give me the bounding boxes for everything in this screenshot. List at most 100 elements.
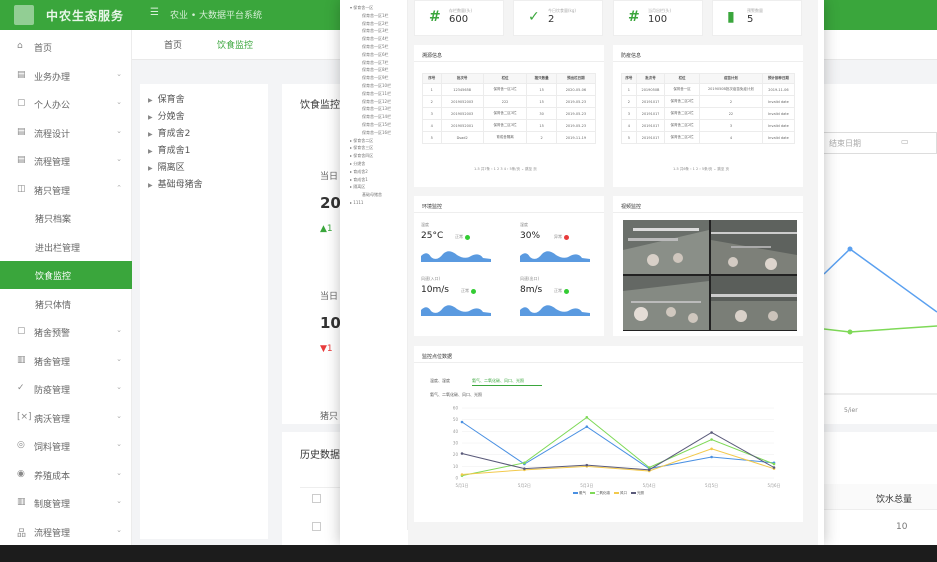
sidebar-item[interactable]: ◉ 养殖成本 ⌄ xyxy=(0,461,132,489)
sidebar-item-label: 猪舍管理 xyxy=(34,357,71,368)
vaccine-pagination[interactable]: 1-5 共6条 ‹ 1 2 › 5条/页 ⌄ 跳至 页 xyxy=(673,167,729,172)
sidebar-item[interactable]: ◎ 饲料管理 ⌄ xyxy=(0,432,132,460)
table-row[interactable]: 1 12345658 保育舍一区1栏 15 2020-05-06 xyxy=(422,83,597,96)
expand-caret-icon[interactable]: ▶ xyxy=(148,114,153,121)
modal-tree-node[interactable]: 保育舍一区8栏 xyxy=(362,67,389,72)
table-cell: 15 xyxy=(526,83,557,96)
sidebar-item[interactable]: ▥ 制度管理 ⌄ xyxy=(0,489,132,517)
modal-tree-node[interactable]: 保育舍一区6栏 xyxy=(362,52,389,57)
video-grid[interactable] xyxy=(623,220,797,331)
column-header: 栏位 xyxy=(664,73,700,84)
modal-tree-node[interactable]: 保育舍一区3栏 xyxy=(362,28,389,33)
sidebar-item[interactable]: 品流程管理 ⌄ xyxy=(0,518,132,546)
table-row[interactable]: 2 2019052003 222 15 2019-05-23 xyxy=(422,95,597,108)
y-tick-label: 60 xyxy=(453,406,459,411)
expand-caret-icon[interactable]: ▶ xyxy=(148,131,153,138)
sidebar-item[interactable]: ▢ 个人办公 ⌄ xyxy=(0,90,132,118)
row-checkbox[interactable] xyxy=(312,522,321,531)
tree-node-label: 保育舍 xyxy=(157,95,185,105)
modal-tree-node[interactable]: ▸ 育成舍1 xyxy=(350,177,368,182)
table-cell: 保育舍二区3栏 xyxy=(482,107,528,120)
modal-tree-node[interactable]: 保育舍一区9栏 xyxy=(362,75,389,80)
sidebar-item[interactable]: 进出栏管理 xyxy=(0,233,132,261)
chevron-icon: ⌄ xyxy=(116,440,122,448)
sidebar-item[interactable]: ◫ 猪只管理 ⌃ xyxy=(0,176,132,204)
table-row[interactable]: 5 Dsad2 育成舍隔离 2 2019-11-19 xyxy=(422,131,597,144)
modal-tree-node[interactable]: 保育舍一区15栏 xyxy=(362,122,391,127)
sidebar-item-label: 业务办理 xyxy=(34,72,71,83)
legend-swatch xyxy=(614,492,619,494)
tree-node[interactable]: ▶ 育成舍1 xyxy=(148,143,190,156)
table-row[interactable]: 4 2019101? 保育舍二区2栏 3 Invalid date xyxy=(621,119,796,132)
sensor-value: 30% xyxy=(520,231,541,241)
modal-tree-node[interactable]: 保育舍一区4栏 xyxy=(362,36,389,41)
stat-icon: ▮ xyxy=(727,9,735,25)
sidebar-item[interactable]: ✓ 防疫管理 ⌄ xyxy=(0,375,132,403)
sidebar-item[interactable]: ▤ 流程管理 ⌄ xyxy=(0,147,132,175)
modal-tree-node[interactable]: 保育舍一区14栏 xyxy=(362,114,391,119)
modal-tree-node[interactable]: 保育舍一区11栏 xyxy=(362,91,391,96)
sidebar-item[interactable]: 饮食监控 xyxy=(0,261,132,289)
modal-tree-node[interactable]: ▸ 分娩舍 xyxy=(350,161,365,166)
video-feed-3[interactable] xyxy=(623,276,709,330)
sidebar-item[interactable]: ⌂ 首页 xyxy=(0,33,132,61)
sidebar-item[interactable]: ▤ 流程设计 ⌄ xyxy=(0,119,132,147)
history-table-panel: 饮水总量 10 xyxy=(824,432,937,545)
modal-tree-node[interactable]: ▸ 育成舍2 xyxy=(350,169,368,174)
sidebar-item[interactable]: ▥ 猪舍管理 ⌄ xyxy=(0,347,132,375)
sidebar: ⌂ 首页 ▤ 业务办理 ⌄ ▢ 个人办公 ⌄ ▤ 流程设计 ⌄ ▤ 流程管理 ⌄ ◫ 猪只管理 ⌃ 猪只档案 进出栏… xyxy=(0,30,132,545)
tree-node[interactable]: ▶ 隔离区 xyxy=(148,160,185,173)
modal-tree-node[interactable]: ▸ 隔离区 xyxy=(350,184,365,189)
tree-node-label: 育成舍2 xyxy=(157,129,191,139)
table-row[interactable]: 4 2019052001 保育舍二区3栏 15 2019-05-23 xyxy=(422,119,597,132)
sidebar-item[interactable]: 猪只档案 xyxy=(0,204,132,232)
modal-tree-node[interactable]: 保育舍一区16栏 xyxy=(362,130,391,135)
sparkline-area xyxy=(520,251,590,262)
row-checkbox[interactable] xyxy=(312,494,321,503)
modal-barn-tree: ▾ 保育舍一区保育舍一区1栏 保育舍一区2栏 保育舍一区3栏 保育舍一区4栏 保育舍一区… xyxy=(344,0,408,530)
trace-pagination[interactable]: 1-5 共7条 ‹ 1 2 3 4 › 5条/页 ⌄ 跳至 页 xyxy=(474,167,537,172)
tab-home[interactable]: 首页 xyxy=(164,38,182,51)
expand-caret-icon[interactable]: ▶ xyxy=(148,97,153,104)
modal-tree-node[interactable]: 保育舍一区2栏 xyxy=(362,21,389,26)
tree-node[interactable]: ▶ 育成舍2 xyxy=(148,126,190,139)
tree-node[interactable]: ▶ 分娩舍 xyxy=(148,109,185,122)
calendar-icon[interactable]: ▭ xyxy=(901,137,909,146)
table-row[interactable]: 5 2019101? 保育舍二区2栏 4 Invalid date xyxy=(621,131,796,144)
expand-caret-icon[interactable]: ▶ xyxy=(148,148,153,155)
modal-tree-node[interactable]: ▸ 保育舍四区 xyxy=(350,153,373,158)
table-row[interactable]: 1 2019050B 保育舍一区 2019050B批次疫苗免疫计划 2019-11-06 xyxy=(621,83,796,96)
modal-tree-node[interactable]: 保育舍一区10栏 xyxy=(362,83,391,88)
modal-tree-node[interactable]: 保育舍一区12栏 xyxy=(362,99,391,104)
tree-node[interactable]: ▶ 基础母猪舍 xyxy=(148,177,203,190)
y-tick-label: 30 xyxy=(453,441,459,446)
modal-tree-node[interactable]: 保育舍一区13栏 xyxy=(362,106,391,111)
modal-tree-node[interactable]: ▸ 1111 xyxy=(350,200,363,205)
video-feed-2[interactable] xyxy=(711,220,797,274)
tab-diet-monitor[interactable]: 饮食监控 xyxy=(217,38,253,51)
sidebar-item[interactable]: 猪只体情 xyxy=(0,290,132,318)
modal-tree-node[interactable]: ▾ 保育舍一区 xyxy=(350,5,373,10)
modal-tree-node[interactable]: 保育舍一区5栏 xyxy=(362,44,389,49)
trace-title: 溯源信息 xyxy=(422,53,443,59)
video-feed-4[interactable] xyxy=(711,276,797,330)
modal-tree-node[interactable]: 保育舍一区7栏 xyxy=(362,60,389,65)
sidebar-item[interactable]: ▢ 猪舍预警 ⌄ xyxy=(0,318,132,346)
end-date-input[interactable]: 结束日期 ▭ xyxy=(820,132,937,154)
table-row[interactable]: 3 2019052003 保育舍二区3栏 30 2019-05-23 xyxy=(422,107,597,120)
menu-toggle-icon[interactable]: ☰ xyxy=(150,7,159,18)
table-row[interactable]: 3 2019101? 保育舍二区2栏 22 Invalid date xyxy=(621,107,796,120)
platform-subtitle: 农业 • 大数据平台系统 xyxy=(170,11,263,21)
expand-caret-icon[interactable]: ▶ xyxy=(148,165,153,172)
table-cell: 2019-05-23 xyxy=(555,119,597,132)
sidebar-item[interactable]: ▤ 业务办理 ⌄ xyxy=(0,62,132,90)
video-feed-1[interactable] xyxy=(623,220,709,274)
table-row[interactable]: 2 2019101? 保育舍二区2栏 2 Invalid date xyxy=(621,95,796,108)
modal-tree-node[interactable]: ▸ 保育舍三区 xyxy=(350,145,373,150)
modal-tree-node[interactable]: ▸ 保育舍二区 xyxy=(350,138,373,143)
expand-caret-icon[interactable]: ▶ xyxy=(148,182,153,189)
tree-node[interactable]: ▶ 保育舍 xyxy=(148,92,185,105)
modal-tree-node[interactable]: 基础母猪舍 xyxy=(362,192,382,197)
modal-tree-node[interactable]: 保育舍一区1栏 xyxy=(362,13,389,18)
sidebar-item[interactable]: [×] 病沃管理 ⌄ xyxy=(0,404,132,432)
